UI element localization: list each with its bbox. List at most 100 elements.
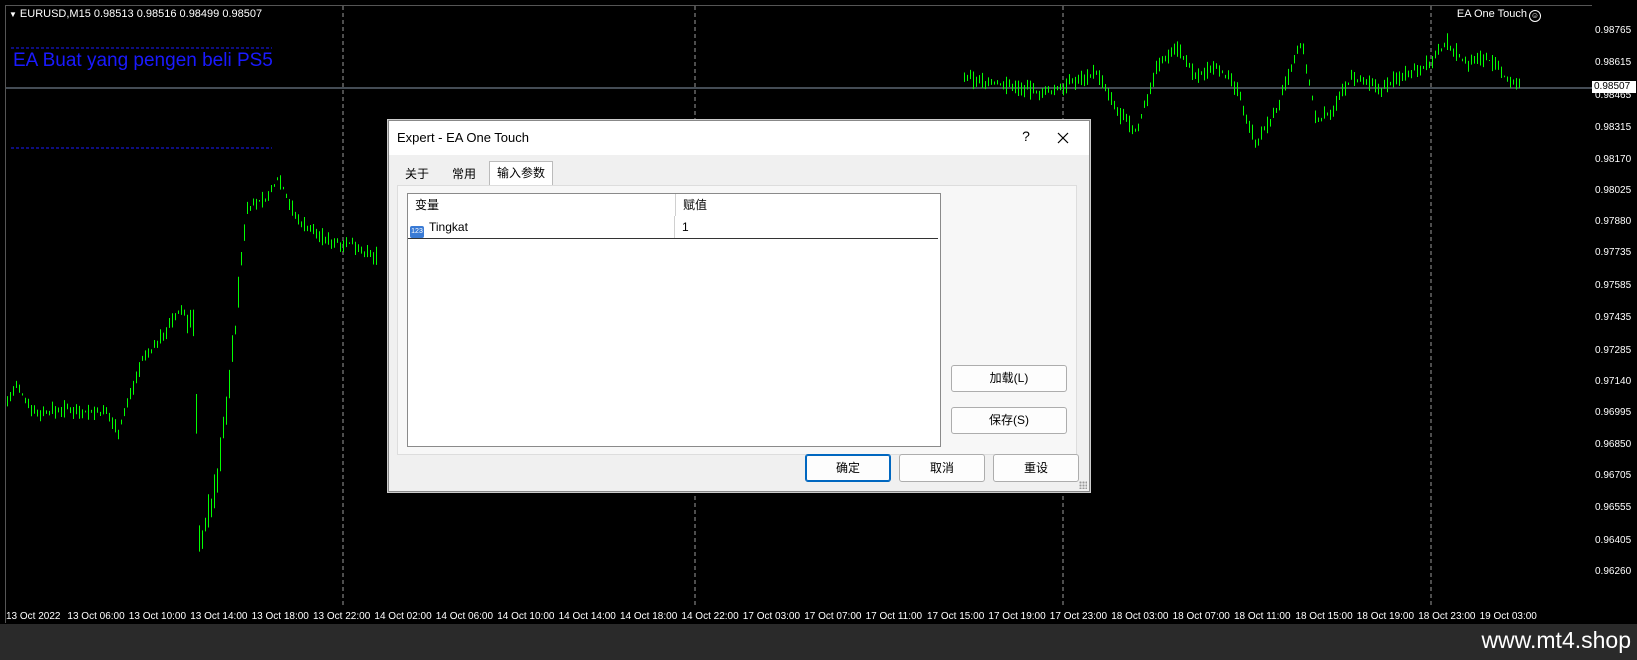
candle-body <box>1072 80 1073 82</box>
price-axis-label: 0.98170 <box>1595 153 1632 165</box>
candle-body <box>1039 92 1040 94</box>
price-axis-label: 0.98615 <box>1595 57 1632 69</box>
candle-body <box>1396 73 1397 78</box>
dialog-titlebar[interactable]: Expert - EA One Touch ? <box>389 121 1089 155</box>
candle-body <box>973 75 974 86</box>
candle-body <box>295 213 296 218</box>
candle-body <box>373 254 374 258</box>
candle-body <box>967 75 968 80</box>
candle-body <box>1063 90 1064 92</box>
candle-body <box>265 199 266 202</box>
candle-body <box>58 408 59 412</box>
save-button[interactable]: 保存(S) <box>951 407 1067 434</box>
candle-body <box>1291 65 1292 67</box>
candle-body <box>1069 75 1070 84</box>
column-header-value[interactable]: 赋值 <box>676 194 938 216</box>
candle-body <box>1153 73 1154 86</box>
candle-body <box>208 501 209 505</box>
chart-object-text[interactable]: EA Buat yang pengen beli PS5 <box>13 50 273 72</box>
candle-body <box>1033 83 1034 87</box>
reset-button[interactable]: 重设 <box>993 454 1079 482</box>
time-axis-label: 18 Oct 19:00 <box>1356 611 1415 622</box>
candle-body <box>1027 83 1028 89</box>
candle-body <box>1381 91 1382 94</box>
candle-body <box>1411 71 1412 76</box>
value-cell[interactable]: 1 <box>678 216 940 238</box>
candle-body <box>1195 76 1196 78</box>
candle-body <box>1345 88 1346 90</box>
candle-body <box>286 196 287 198</box>
variable-cell[interactable]: 123 Tingkat <box>410 216 675 238</box>
candle-body <box>193 319 194 331</box>
candle-body <box>277 178 278 180</box>
candle-body <box>1036 91 1037 94</box>
candle-body <box>1198 71 1199 81</box>
candle-body <box>241 258 242 262</box>
candle-body <box>997 81 998 84</box>
candle-body <box>1147 100 1148 105</box>
candle-body <box>1000 84 1001 86</box>
candle-body <box>1207 65 1208 67</box>
candle-body <box>1375 80 1376 90</box>
candle-body <box>109 414 110 422</box>
candle-body <box>1495 57 1496 65</box>
candle-body <box>316 230 317 239</box>
candle-body <box>1324 116 1325 118</box>
dialog-title: Expert - EA One Touch <box>397 130 529 145</box>
candle-body <box>1159 58 1160 67</box>
help-button[interactable]: ? <box>1015 128 1037 148</box>
time-axis-label: 14 Oct 06:00 <box>435 611 494 622</box>
candle-body <box>112 418 113 426</box>
ok-button[interactable]: 确定 <box>805 454 891 482</box>
candle-body <box>157 345 158 348</box>
cancel-button[interactable]: 取消 <box>899 454 985 482</box>
tab-common[interactable]: 常用 <box>441 163 487 185</box>
load-button[interactable]: 加载(L) <box>951 365 1067 392</box>
candle-body <box>1357 79 1358 81</box>
candle-body <box>262 193 263 199</box>
candle-body <box>1504 76 1505 78</box>
candle-body <box>1201 71 1202 74</box>
candle-body <box>1249 123 1250 130</box>
candle-body <box>1078 76 1079 78</box>
close-icon <box>1057 132 1069 144</box>
candle-body <box>1393 75 1394 78</box>
candle-body <box>49 412 50 414</box>
resize-grip-icon[interactable] <box>1079 481 1087 489</box>
candle-body <box>64 404 65 407</box>
time-axis-label: 18 Oct 07:00 <box>1172 611 1230 622</box>
candle-body <box>1096 71 1097 73</box>
time-axis-label: 18 Oct 15:00 <box>1295 611 1353 622</box>
candle-body <box>1489 60 1490 62</box>
price-scale[interactable]: 0.98765 0.98615 0.98465 0.98315 0.98170 0.980… <box>1592 5 1637 622</box>
candle-body <box>1204 68 1205 74</box>
candle-body <box>304 220 305 229</box>
candle-body <box>37 410 38 416</box>
candle-body <box>1261 134 1262 139</box>
candle-body <box>178 311 179 314</box>
expert-dialog[interactable]: Expert - EA One Touch ? 关于 常用 输入参数 变量 赋值… <box>388 120 1090 492</box>
candle-body <box>55 413 56 415</box>
close-button[interactable] <box>1051 126 1075 150</box>
tab-about[interactable]: 关于 <box>397 163 437 185</box>
candle-body <box>31 411 32 414</box>
candle-body <box>1051 90 1052 93</box>
candle-body <box>1408 71 1409 75</box>
candle-body <box>985 81 986 89</box>
candle-body <box>1048 88 1049 92</box>
candle-body <box>1441 50 1442 52</box>
candle-body <box>337 240 338 242</box>
candle-body <box>1045 87 1046 94</box>
tab-inputs[interactable]: 输入参数 <box>489 161 553 186</box>
inputs-table[interactable]: 变量 赋值 123 Tingkat 1 <box>407 193 941 447</box>
candle-body <box>979 76 980 78</box>
table-row[interactable]: 123 Tingkat 1 <box>408 216 938 239</box>
candle-body <box>199 546 200 550</box>
dropdown-triangle-icon[interactable]: ▼ <box>9 10 17 19</box>
candle-body <box>331 243 332 245</box>
candle-body <box>982 77 983 80</box>
candle-body <box>121 421 122 425</box>
candle-body <box>115 427 116 429</box>
column-header-variable[interactable]: 变量 <box>408 194 676 216</box>
candle-body <box>1414 66 1415 69</box>
